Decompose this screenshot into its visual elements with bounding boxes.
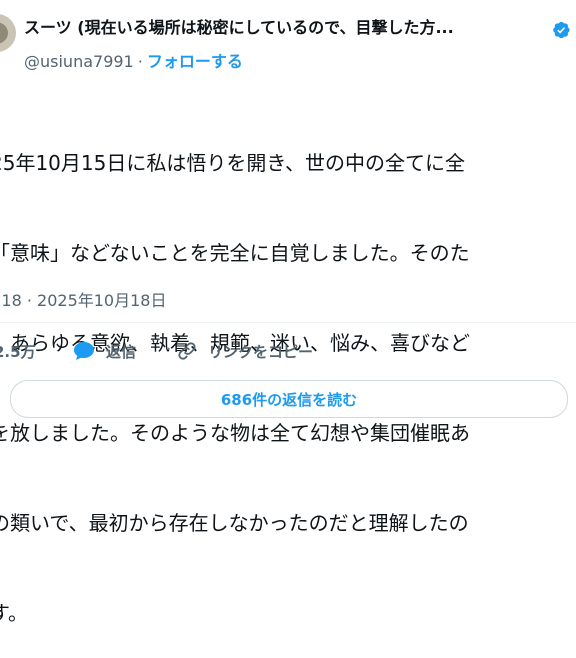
follow-button[interactable]: フォローする [147, 52, 243, 71]
tweet-line: 「意味」などないことを完全に自覚しました。そのた [0, 241, 470, 265]
copy-link-label: リンクをコピー [208, 342, 314, 361]
tweet-line: を放しました。そのような物は全て幻想や集団催眠あ [0, 421, 470, 445]
tweet-time: :18 [0, 291, 22, 310]
handle[interactable]: @usiuna7991 [24, 52, 134, 71]
handle-row: @usiuna7991 · フォローする [24, 48, 243, 72]
copy-link-button[interactable]: リンクをコピー [176, 336, 313, 366]
divider [0, 322, 576, 323]
tweet-line: の類いで、最初から存在しなかったのだと理解したの [0, 511, 469, 535]
read-replies-label: 686件の返信を読む [220, 390, 358, 409]
like-button[interactable]: 2.5万 [0, 336, 36, 366]
tweet-line: 25年10月15日に私は悟りを開き、世の中の全てに全 [0, 151, 465, 175]
reply-bubble-icon [74, 342, 94, 360]
reply-button[interactable]: 返信 [72, 336, 136, 366]
tweet-text: 25年10月15日に私は悟りを開き、世の中の全てに全 「意味」などないことを完全… [0, 88, 576, 658]
read-replies-button[interactable]: 686件の返信を読む [10, 380, 568, 418]
tweet-date: 2025年10月18日 [37, 291, 167, 310]
author-name-row[interactable]: スーツ (現在いる場所は秘密にしているので、目撃した方... [24, 14, 454, 38]
display-name[interactable]: スーツ (現在いる場所は秘密にしているので、目撃した方... [24, 14, 454, 38]
reply-label: 返信 [106, 342, 137, 361]
avatar[interactable] [0, 14, 16, 52]
verified-badge-icon [553, 21, 570, 39]
tweet-timestamp[interactable]: :18 · 2025年10月18日 [0, 287, 166, 311]
like-count: 2.5万 [0, 342, 36, 361]
meta-separator: · [26, 291, 32, 310]
link-icon [178, 342, 196, 360]
handle-separator: · [137, 52, 143, 71]
action-bar: 2.5万 返信 リンクをコピー [0, 336, 576, 366]
tweet-line: す。 [0, 601, 28, 625]
